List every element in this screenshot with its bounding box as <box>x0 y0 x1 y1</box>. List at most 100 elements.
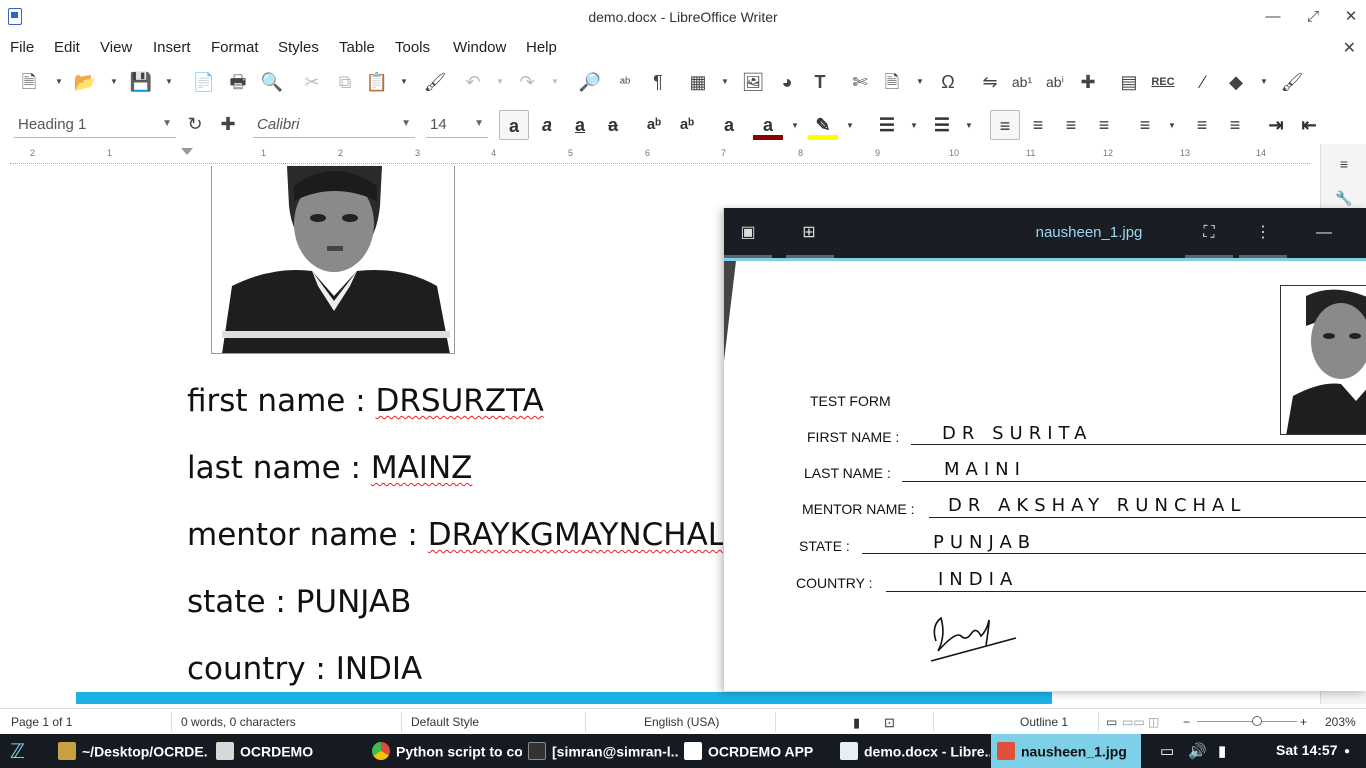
highlight-dropdown-icon[interactable]: ▼ <box>846 114 854 138</box>
show-draw-functions-icon[interactable]: 🖌 <box>1280 70 1304 94</box>
clone-formatting-icon[interactable]: 🖌 <box>423 70 447 94</box>
indent-marker[interactable] <box>181 148 193 155</box>
unordered-list-dropdown-icon[interactable]: ▼ <box>910 114 918 138</box>
print-preview-icon[interactable]: 🔍 <box>260 70 284 94</box>
footnote-icon[interactable]: ab¹ <box>1010 70 1034 94</box>
power-icon[interactable]: ● <box>1344 746 1350 757</box>
document-photo[interactable] <box>211 166 455 354</box>
track-changes-icon[interactable]: REC <box>1151 70 1175 94</box>
new-document-icon[interactable]: 🗎 <box>17 70 41 94</box>
line-spacing-dropdown-icon[interactable]: ▼ <box>1168 114 1176 138</box>
more-options-icon[interactable]: ⋮ <box>1251 221 1275 245</box>
decrease-indent-icon[interactable]: ⇤ <box>1294 110 1324 140</box>
menu-tools[interactable]: Tools <box>395 39 430 56</box>
language[interactable]: English (USA) <box>644 715 719 729</box>
save-dropdown-icon[interactable]: ▼ <box>165 70 173 94</box>
new-dropdown-icon[interactable]: ▼ <box>55 70 63 94</box>
menu-format[interactable]: Format <box>211 39 259 56</box>
menu-table[interactable]: Table <box>339 39 375 56</box>
font-color-dropdown-icon[interactable]: ▼ <box>791 114 799 138</box>
insert-table-icon[interactable]: ▦ <box>686 70 710 94</box>
underline-icon[interactable]: a <box>565 110 595 140</box>
volume-icon[interactable]: 🔊 <box>1188 742 1207 760</box>
special-character-icon[interactable]: Ω <box>936 70 960 94</box>
menu-help[interactable]: Help <box>526 39 557 56</box>
redo-dropdown-icon[interactable]: ▼ <box>551 70 559 94</box>
page-count[interactable]: Page 1 of 1 <box>11 715 72 729</box>
horizontal-scrollbar[interactable] <box>76 692 1052 704</box>
chevron-down-icon[interactable]: ▼ <box>474 118 484 129</box>
open-dropdown-icon[interactable]: ▼ <box>110 70 118 94</box>
single-page-view-icon[interactable]: ▭ <box>1106 715 1117 729</box>
draw-line-icon[interactable]: ∕ <box>1191 70 1215 94</box>
horizontal-ruler[interactable]: 2 1 1 2 3 4 5 6 7 8 9 10 11 12 13 14 <box>10 148 1310 164</box>
gallery-icon[interactable]: ▣ <box>736 221 760 245</box>
restore-button[interactable]: ⤢ <box>1302 6 1324 28</box>
align-right-icon[interactable]: ≡ <box>1056 110 1086 140</box>
properties-wrench-icon[interactable]: 🔧 <box>1335 190 1353 208</box>
italic-icon[interactable]: a <box>532 110 562 140</box>
endnote-icon[interactable]: abⁱ <box>1043 70 1067 94</box>
task-terminal[interactable]: [simran@simran-l... <box>528 734 678 768</box>
zoom-out-icon[interactable]: − <box>1183 715 1190 729</box>
formatting-marks-icon[interactable]: ¶ <box>646 70 670 94</box>
cut-icon[interactable]: ✂ <box>300 70 324 94</box>
task-file-manager[interactable]: OCRDEMO <box>216 734 366 768</box>
cross-reference-icon[interactable]: ▤ <box>1117 70 1141 94</box>
task-writer[interactable]: demo.docx - Libre... <box>840 734 990 768</box>
spelling-icon[interactable]: ᵃᵇ <box>613 70 637 94</box>
task-browser[interactable]: Python script to co... <box>372 734 522 768</box>
word-count[interactable]: 0 words, 0 characters <box>181 715 296 729</box>
table-dropdown-icon[interactable]: ▼ <box>721 70 729 94</box>
clock[interactable]: Sat 14:57 <box>1276 742 1337 758</box>
font-size-combo[interactable]: 14 ▼ <box>426 112 488 138</box>
battery-icon[interactable]: ▮ <box>1218 742 1226 760</box>
update-style-icon[interactable]: ↻ <box>183 112 207 136</box>
page-break-icon[interactable]: ✄ <box>848 70 872 94</box>
superscript-icon[interactable]: aᵇ <box>639 110 669 140</box>
display-icon[interactable]: ▭ <box>1160 742 1174 760</box>
new-style-icon[interactable]: ✚ <box>216 112 240 136</box>
zoom-slider-handle[interactable] <box>1252 716 1262 726</box>
copy-icon[interactable]: ⧉ <box>333 70 357 94</box>
menu-styles[interactable]: Styles <box>278 39 319 56</box>
paragraph-style-combo[interactable]: Heading 1 ▼ <box>14 112 176 138</box>
menu-window[interactable]: Window <box>453 39 506 56</box>
chevron-down-icon[interactable]: ▼ <box>162 118 172 129</box>
zoom-level[interactable]: 203% <box>1325 715 1356 729</box>
add-image-icon[interactable]: ⊞ <box>797 221 821 245</box>
fullscreen-icon[interactable]: ⛶ <box>1197 221 1221 245</box>
multi-page-view-icon[interactable]: ▭▭ <box>1122 715 1145 729</box>
close-button[interactable]: ✕ <box>1340 6 1362 28</box>
ordered-list-icon[interactable]: ☰ <box>927 110 957 140</box>
zoom-in-icon[interactable]: + <box>1300 715 1307 729</box>
line-spacing-icon[interactable]: ≡ <box>1130 110 1160 140</box>
insert-mode-icon[interactable]: ▮ <box>853 715 860 731</box>
paste-dropdown-icon[interactable]: ▼ <box>400 70 408 94</box>
selection-mode-icon[interactable]: ⊡ <box>884 715 895 731</box>
comment-icon[interactable]: ✚ <box>1076 70 1100 94</box>
start-menu-icon[interactable]: ℤ <box>10 734 40 768</box>
close-document-icon[interactable]: ✕ <box>1343 38 1356 58</box>
field-dropdown-icon[interactable]: ▼ <box>916 70 924 94</box>
insert-image-icon[interactable]: 🖼 <box>741 70 765 94</box>
align-center-icon[interactable]: ≡ <box>1023 110 1053 140</box>
strikethrough-icon[interactable]: a <box>598 110 628 140</box>
hyperlink-icon[interactable]: ⇋ <box>978 70 1002 94</box>
print-icon[interactable]: 🖶 <box>226 70 250 94</box>
increase-indent-icon[interactable]: ⇥ <box>1261 110 1291 140</box>
sidebar-menu-icon[interactable]: ≡ <box>1335 156 1353 174</box>
ordered-list-dropdown-icon[interactable]: ▼ <box>965 114 973 138</box>
page-style[interactable]: Default Style <box>411 715 479 729</box>
task-image-viewer[interactable]: nausheen_1.jpg <box>991 734 1141 768</box>
insert-field-icon[interactable]: 🗎 <box>880 70 904 94</box>
paste-icon[interactable]: 📋 <box>365 70 389 94</box>
open-icon[interactable]: 📂 <box>73 70 97 94</box>
menu-edit[interactable]: Edit <box>54 39 80 56</box>
bold-icon[interactable]: a <box>499 110 529 140</box>
unordered-list-icon[interactable]: ☰ <box>872 110 902 140</box>
basic-shapes-icon[interactable]: ◆ <box>1224 70 1248 94</box>
menu-view[interactable]: View <box>100 39 132 56</box>
find-replace-icon[interactable]: 🔎 <box>578 70 602 94</box>
task-ocr-app[interactable]: OCRDEMO APP <box>684 734 834 768</box>
